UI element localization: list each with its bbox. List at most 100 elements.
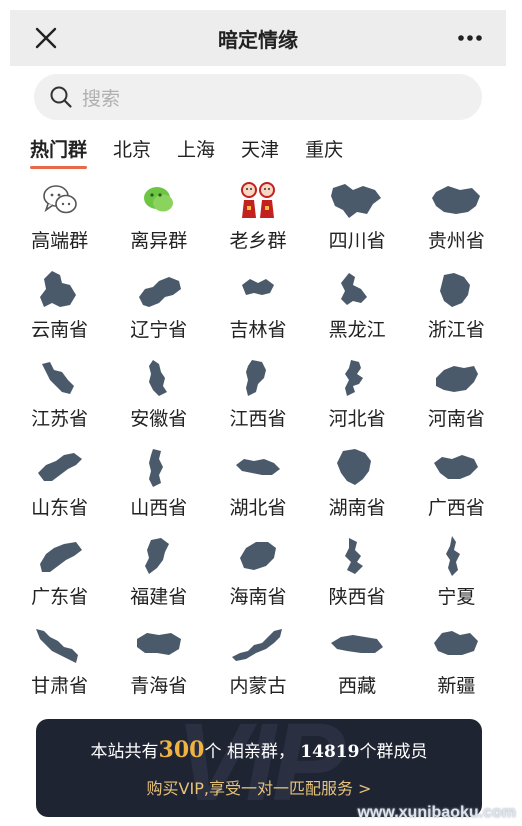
group-label: 老乡群 — [229, 230, 287, 252]
group-label: 云南省 — [31, 319, 89, 341]
group-item[interactable]: 吉林省 — [208, 267, 307, 356]
group-item[interactable]: 河北省 — [308, 356, 407, 445]
group-item[interactable]: 湖南省 — [308, 445, 407, 534]
banner-stats: 本站共有300个 相亲群， 14819个群成员 — [36, 737, 482, 763]
group-label: 广东省 — [31, 586, 89, 608]
jiangsu-map-icon — [30, 356, 90, 400]
guizhou-map-icon — [426, 178, 486, 222]
chat-bubbles-icon — [30, 178, 90, 222]
sichuan-map-icon — [327, 178, 387, 222]
tab-tianjin[interactable]: 天津 — [241, 128, 279, 168]
group-label: 山西省 — [130, 497, 188, 519]
group-item[interactable]: 江苏省 — [10, 356, 109, 445]
shandong-map-icon — [30, 445, 90, 489]
group-item[interactable]: 辽宁省 — [109, 267, 208, 356]
group-label: 西藏 — [338, 675, 377, 697]
group-label: 宁夏 — [437, 586, 476, 608]
title-bar: 暗定情缘 — [10, 10, 506, 66]
group-item[interactable]: 四川省 — [308, 178, 407, 267]
group-item[interactable]: 江西省 — [208, 356, 307, 445]
group-grid: 高端群 离异群 老乡群 四川省 贵州省云南省 辽宁省 吉林省 黑龙江 浙江省江苏省 安徽省 江西省 河… — [10, 178, 506, 712]
zhejiang-map-icon — [426, 267, 486, 311]
group-item[interactable]: 高端群 — [10, 178, 109, 267]
anhui-map-icon — [129, 356, 189, 400]
group-item[interactable]: 老乡群 — [208, 178, 307, 267]
page-title: 暗定情缘 — [218, 27, 298, 52]
shaanxi-map-icon — [327, 534, 387, 578]
group-label: 福建省 — [130, 586, 188, 608]
liaoning-map-icon — [129, 267, 189, 311]
banner-mid: 个 相亲群， — [204, 742, 295, 762]
group-item[interactable]: 安徽省 — [109, 356, 208, 445]
heilongjiang-map-icon — [327, 267, 387, 311]
tab-beijing[interactable]: 北京 — [113, 128, 151, 168]
group-item[interactable]: 陕西省 — [308, 534, 407, 623]
group-item[interactable]: 广东省 — [10, 534, 109, 623]
group-label: 安徽省 — [130, 408, 188, 430]
group-item[interactable]: 湖北省 — [208, 445, 307, 534]
group-item[interactable]: 海南省 — [208, 534, 307, 623]
tab-chongqing[interactable]: 重庆 — [305, 128, 343, 168]
jilin-map-icon — [228, 267, 288, 311]
group-item[interactable]: 山东省 — [10, 445, 109, 534]
banner-suffix: 个群成员 — [359, 742, 428, 762]
hebei-map-icon — [327, 356, 387, 400]
guangdong-map-icon — [30, 534, 90, 578]
group-label: 青海省 — [130, 675, 188, 697]
group-label: 浙江省 — [427, 319, 485, 341]
group-label: 河南省 — [427, 408, 485, 430]
hubei-map-icon — [228, 445, 288, 489]
group-item[interactable]: 广西省 — [407, 445, 506, 534]
group-label: 辽宁省 — [130, 319, 188, 341]
tab-shanghai[interactable]: 上海 — [177, 128, 215, 168]
group-label: 海南省 — [229, 586, 287, 608]
group-item[interactable]: 宁夏 — [407, 534, 506, 623]
group-label: 广西省 — [427, 497, 485, 519]
group-label: 黑龙江 — [328, 319, 386, 341]
search-icon — [48, 84, 74, 110]
group-label: 新疆 — [437, 675, 476, 697]
member-count: 14819 — [300, 742, 360, 762]
hunan-map-icon — [327, 445, 387, 489]
shanxi-map-icon — [129, 445, 189, 489]
group-item[interactable]: 贵州省 — [407, 178, 506, 267]
jiangxi-map-icon — [228, 356, 288, 400]
vip-banner[interactable]: VIP 本站共有300个 相亲群， 14819个群成员 购买VIP,享受一对一匹… — [36, 719, 482, 817]
group-item[interactable]: 浙江省 — [407, 267, 506, 356]
group-label: 河北省 — [328, 408, 386, 430]
group-label: 江西省 — [229, 408, 287, 430]
group-item[interactable]: 云南省 — [10, 267, 109, 356]
group-item[interactable]: 内蒙古 — [208, 623, 307, 712]
group-item[interactable]: 西藏 — [308, 623, 407, 712]
group-label: 贵州省 — [427, 230, 485, 252]
group-label: 离异群 — [130, 230, 188, 252]
group-item[interactable]: 山西省 — [109, 445, 208, 534]
tab-hot-groups[interactable]: 热门群 — [30, 128, 88, 169]
green-chat-icon — [129, 178, 189, 222]
xizang-map-icon — [327, 623, 387, 667]
hainan-map-icon — [228, 534, 288, 578]
group-item[interactable]: 河南省 — [407, 356, 506, 445]
group-item[interactable]: 新疆 — [407, 623, 506, 712]
vip-cta-link[interactable]: 购买VIP,享受一对一匹配服务 > — [36, 775, 482, 799]
group-label: 湖南省 — [328, 497, 386, 519]
group-item[interactable]: 黑龙江 — [308, 267, 407, 356]
ningxia-map-icon — [426, 534, 486, 578]
content-area: 搜索 热门群 北京 上海 天津 重庆 高端群 离异群 老乡群 四川省 贵州省云南省 辽宁省… — [10, 66, 506, 826]
group-item[interactable]: 离异群 — [109, 178, 208, 267]
group-item[interactable]: 甘肃省 — [10, 623, 109, 712]
group-label: 吉林省 — [229, 319, 287, 341]
qinghai-map-icon — [129, 623, 189, 667]
guangxi-map-icon — [426, 445, 486, 489]
more-button[interactable] — [454, 24, 486, 52]
group-count: 300 — [158, 737, 205, 763]
xinjiang-map-icon — [426, 623, 486, 667]
banner-watermark: VIP — [176, 719, 345, 817]
banner-prefix: 本站共有 — [90, 742, 159, 762]
search-input[interactable]: 搜索 — [34, 74, 482, 120]
group-item[interactable]: 福建省 — [109, 534, 208, 623]
fujian-map-icon — [129, 534, 189, 578]
group-label: 陕西省 — [328, 586, 386, 608]
yunnan-map-icon — [30, 267, 90, 311]
group-item[interactable]: 青海省 — [109, 623, 208, 712]
